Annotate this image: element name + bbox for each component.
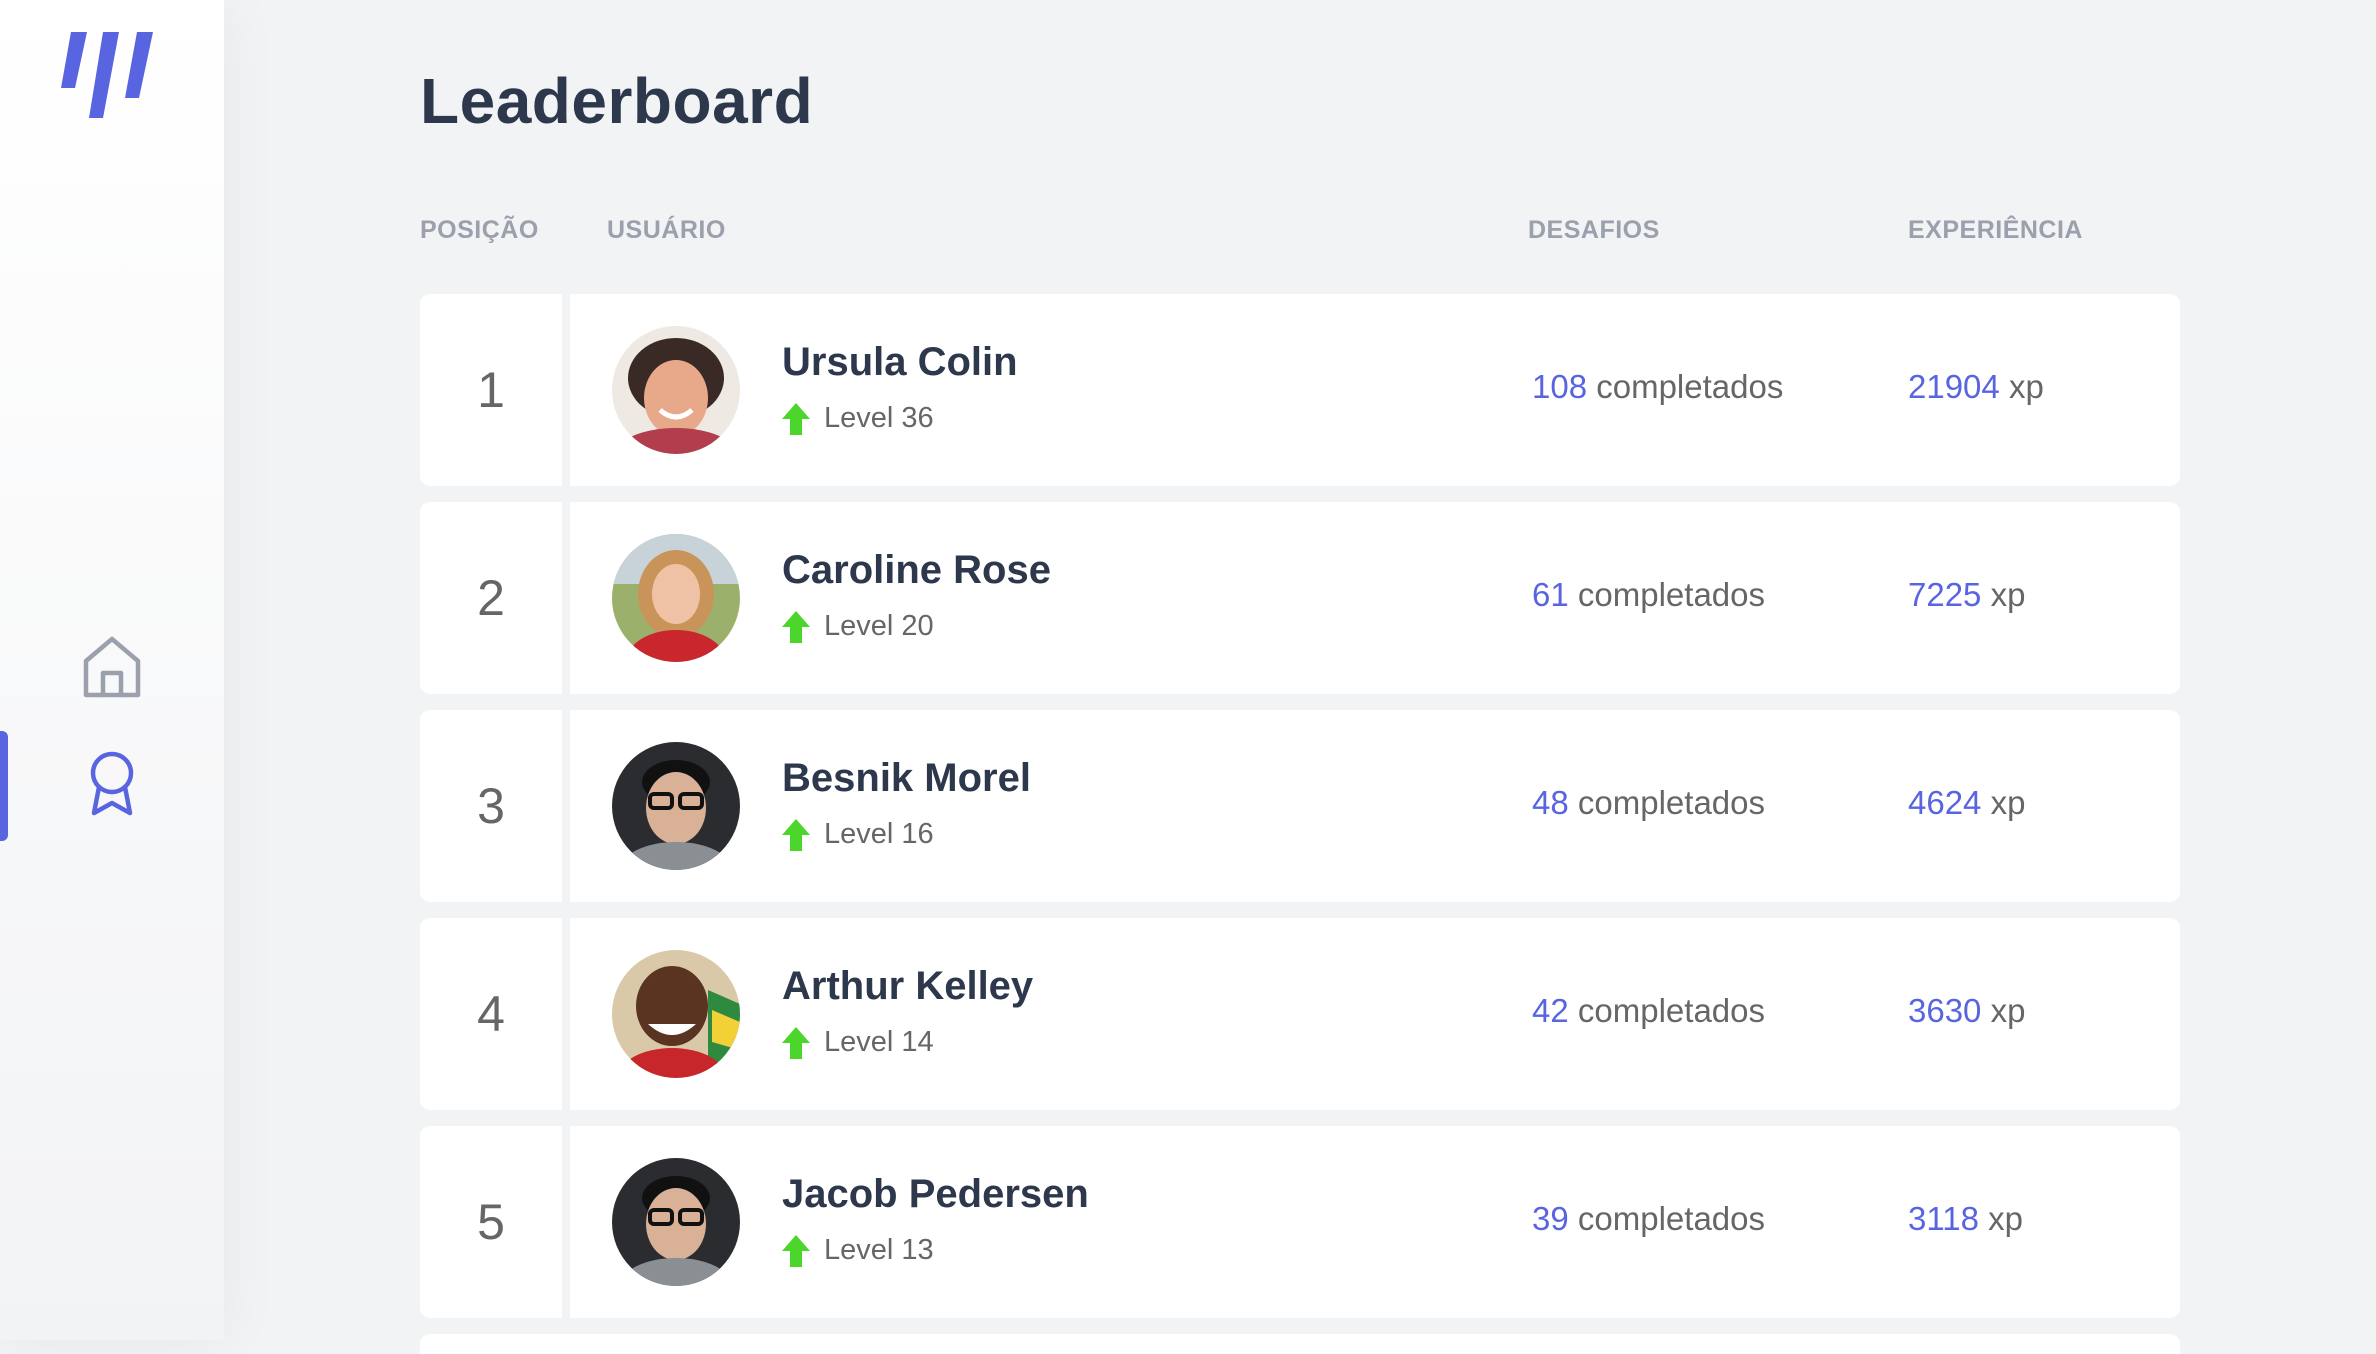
leaderboard-row: 4 Arthur Kelley Level 14 42 completados … [420,918,2180,1110]
user-name: Ursula Colin [782,340,1018,384]
xp-value: 4624 [1908,784,1982,821]
challenges-count: 108 [1532,368,1588,405]
xp-value: 3118 [1908,1200,1979,1237]
challenges-completed: 39 completados [1532,1200,1765,1238]
user-level: Level 36 [782,402,934,435]
avatar [612,950,740,1078]
position-cell: 5 [420,1126,562,1318]
user-level: Level 13 [782,1234,934,1267]
challenges-suffix: completados [1596,368,1784,405]
user-cell: Jacob Pedersen Level 13 39 completados 3… [570,1126,2180,1318]
level-up-icon [782,818,810,851]
level-up-icon [782,402,810,435]
experience: 3630 xp [1908,992,2025,1030]
page-title: Leaderboard [420,65,814,137]
level-text: Level 13 [824,1234,934,1266]
leaderboard-row: 3 Besnik Morel Level 16 48 completados 4… [420,710,2180,902]
user-cell: Besnik Morel Level 16 48 completados 462… [570,710,2180,902]
xp-suffix: xp [1990,576,2026,613]
xp-suffix: xp [1990,992,2026,1029]
user-cell: Caroline Rose Level 20 61 completados 72… [570,502,2180,694]
challenges-suffix: completados [1577,992,1765,1029]
user-cell: Arthur Kelley Level 14 42 completados 36… [570,918,2180,1110]
active-indicator [0,731,8,841]
brand-logo[interactable] [61,32,161,118]
user-name: Arthur Kelley [782,964,1034,1008]
level-text: Level 16 [824,818,934,850]
avatar [612,1158,740,1286]
position-cell: 3 [420,710,562,902]
user-name: Jacob Pedersen [782,1172,1089,1216]
xp-suffix: xp [1988,1200,2023,1237]
user-name: Besnik Morel [782,756,1031,800]
xp-suffix: xp [1990,784,2026,821]
position-cell: 1 [420,294,562,486]
nav-home[interactable] [0,614,224,724]
column-header-user: USUÁRIO [607,216,726,244]
table-header: POSIÇÃO USUÁRIO DESAFIOS EXPERIÊNCIA [420,212,2180,248]
challenges-completed: 48 completados [1532,784,1765,822]
leaderboard-row: 5 Jacob Pedersen Level 13 39 completados… [420,1126,2180,1318]
level-text: Level 20 [824,610,934,642]
level-text: Level 36 [824,402,934,434]
home-icon [82,635,142,704]
level-up-icon [782,610,810,643]
position-cell: 4 [420,918,562,1110]
challenges-suffix: completados [1577,576,1765,613]
avatar [612,326,740,454]
leaderboard-list: 1 Ursula Colin Level 36 108 completados … [420,294,2180,1354]
leaderboard-row-partial [420,1334,2180,1354]
column-header-challenges: DESAFIOS [1528,216,1660,244]
user-cell: Ursula Colin Level 36 108 completados 21… [570,294,2180,486]
challenges-suffix: completados [1577,784,1765,821]
challenges-completed: 108 completados [1532,368,1783,406]
xp-value: 3630 [1908,992,1982,1029]
nav-leaderboard[interactable] [0,731,224,841]
user-name: Caroline Rose [782,548,1051,592]
level-up-icon [782,1234,810,1267]
level-up-icon [782,1026,810,1059]
column-header-experience: EXPERIÊNCIA [1908,216,2083,244]
challenges-count: 48 [1532,784,1569,821]
challenges-count: 61 [1532,576,1569,613]
avatar [612,534,740,662]
leaderboard-row: 2 Caroline Rose Level 20 61 completados … [420,502,2180,694]
challenges-count: 39 [1532,1200,1569,1237]
xp-value: 21904 [1908,368,2000,405]
user-level: Level 16 [782,818,934,851]
xp-suffix: xp [2008,368,2044,405]
user-level: Level 20 [782,610,934,643]
level-text: Level 14 [824,1026,934,1058]
challenges-suffix: completados [1577,1200,1765,1237]
experience: 7225 xp [1908,576,2025,614]
avatar [612,742,740,870]
sidebar [0,0,224,1340]
award-icon [87,751,137,822]
experience: 4624 xp [1908,784,2025,822]
leaderboard-row: 1 Ursula Colin Level 36 108 completados … [420,294,2180,486]
column-header-position: POSIÇÃO [420,216,539,244]
experience: 3118 xp [1908,1200,2023,1238]
challenges-count: 42 [1532,992,1569,1029]
experience: 21904 xp [1908,368,2044,406]
user-level: Level 14 [782,1026,934,1059]
challenges-completed: 42 completados [1532,992,1765,1030]
xp-value: 7225 [1908,576,1982,613]
challenges-completed: 61 completados [1532,576,1765,614]
position-cell: 2 [420,502,562,694]
